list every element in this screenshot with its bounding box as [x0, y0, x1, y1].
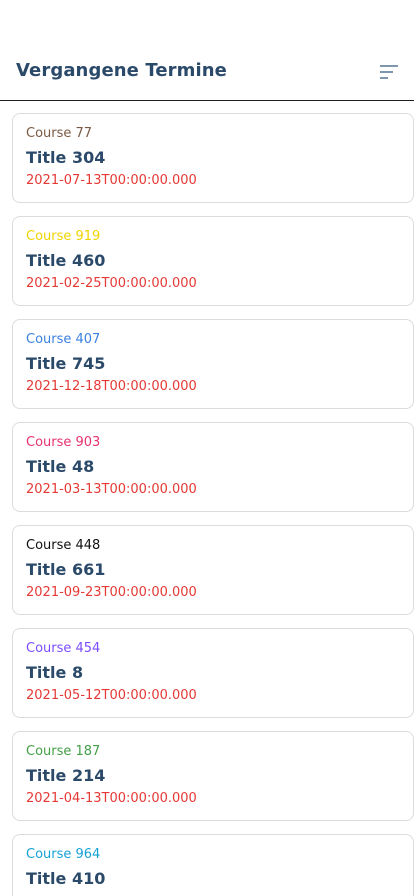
course-label: Course 903: [26, 435, 101, 450]
appointment-card[interactable]: Course 919 Title 460 2021-02-25T00:00:00…: [12, 216, 414, 306]
appointment-date: 2021-07-13T00:00:00.000: [26, 173, 197, 188]
appointment-card[interactable]: Course 454 Title 8 2021-05-12T00:00:00.0…: [12, 628, 414, 718]
course-label: Course 448: [26, 538, 101, 553]
appointment-title: Title 410: [26, 869, 106, 888]
appointment-date: 2021-03-13T00:00:00.000: [26, 482, 197, 497]
app-bar: Vergangene Termine: [0, 0, 414, 101]
course-label: Course 454: [26, 641, 101, 656]
appointment-card[interactable]: Course 187 Title 214 2021-04-13T00:00:00…: [12, 731, 414, 821]
appointment-card[interactable]: Course 964 Title 410: [12, 834, 414, 896]
page-title: Vergangene Termine: [16, 60, 227, 81]
appointment-title: Title 460: [26, 251, 106, 270]
app-root: Vergangene Termine Course 77 Title 304 2…: [0, 0, 414, 896]
appointment-title: Title 214: [26, 766, 106, 785]
appointment-title: Title 48: [26, 457, 95, 476]
filter-button[interactable]: [378, 63, 402, 81]
appointment-date: 2021-12-18T00:00:00.000: [26, 379, 197, 394]
appointment-card[interactable]: Course 448 Title 661 2021-09-23T00:00:00…: [12, 525, 414, 615]
course-label: Course 964: [26, 847, 101, 862]
appointment-title: Title 8: [26, 663, 84, 682]
course-label: Course 919: [26, 229, 101, 244]
filter-list-icon: [380, 65, 398, 79]
appointment-date: 2021-02-25T00:00:00.000: [26, 276, 197, 291]
appointment-title: Title 304: [26, 148, 106, 167]
appointment-date: 2021-05-12T00:00:00.000: [26, 688, 197, 703]
appointment-list: Course 77 Title 304 2021-07-13T00:00:00.…: [12, 113, 414, 896]
appointment-title: Title 745: [26, 354, 106, 373]
course-label: Course 407: [26, 332, 101, 347]
appointment-card[interactable]: Course 903 Title 48 2021-03-13T00:00:00.…: [12, 422, 414, 512]
appointment-card[interactable]: Course 407 Title 745 2021-12-18T00:00:00…: [12, 319, 414, 409]
course-label: Course 77: [26, 126, 93, 141]
appointment-date: 2021-04-13T00:00:00.000: [26, 791, 197, 806]
appointment-title: Title 661: [26, 560, 106, 579]
appointment-date: 2021-09-23T00:00:00.000: [26, 585, 197, 600]
appointment-card[interactable]: Course 77 Title 304 2021-07-13T00:00:00.…: [12, 113, 414, 203]
course-label: Course 187: [26, 744, 101, 759]
